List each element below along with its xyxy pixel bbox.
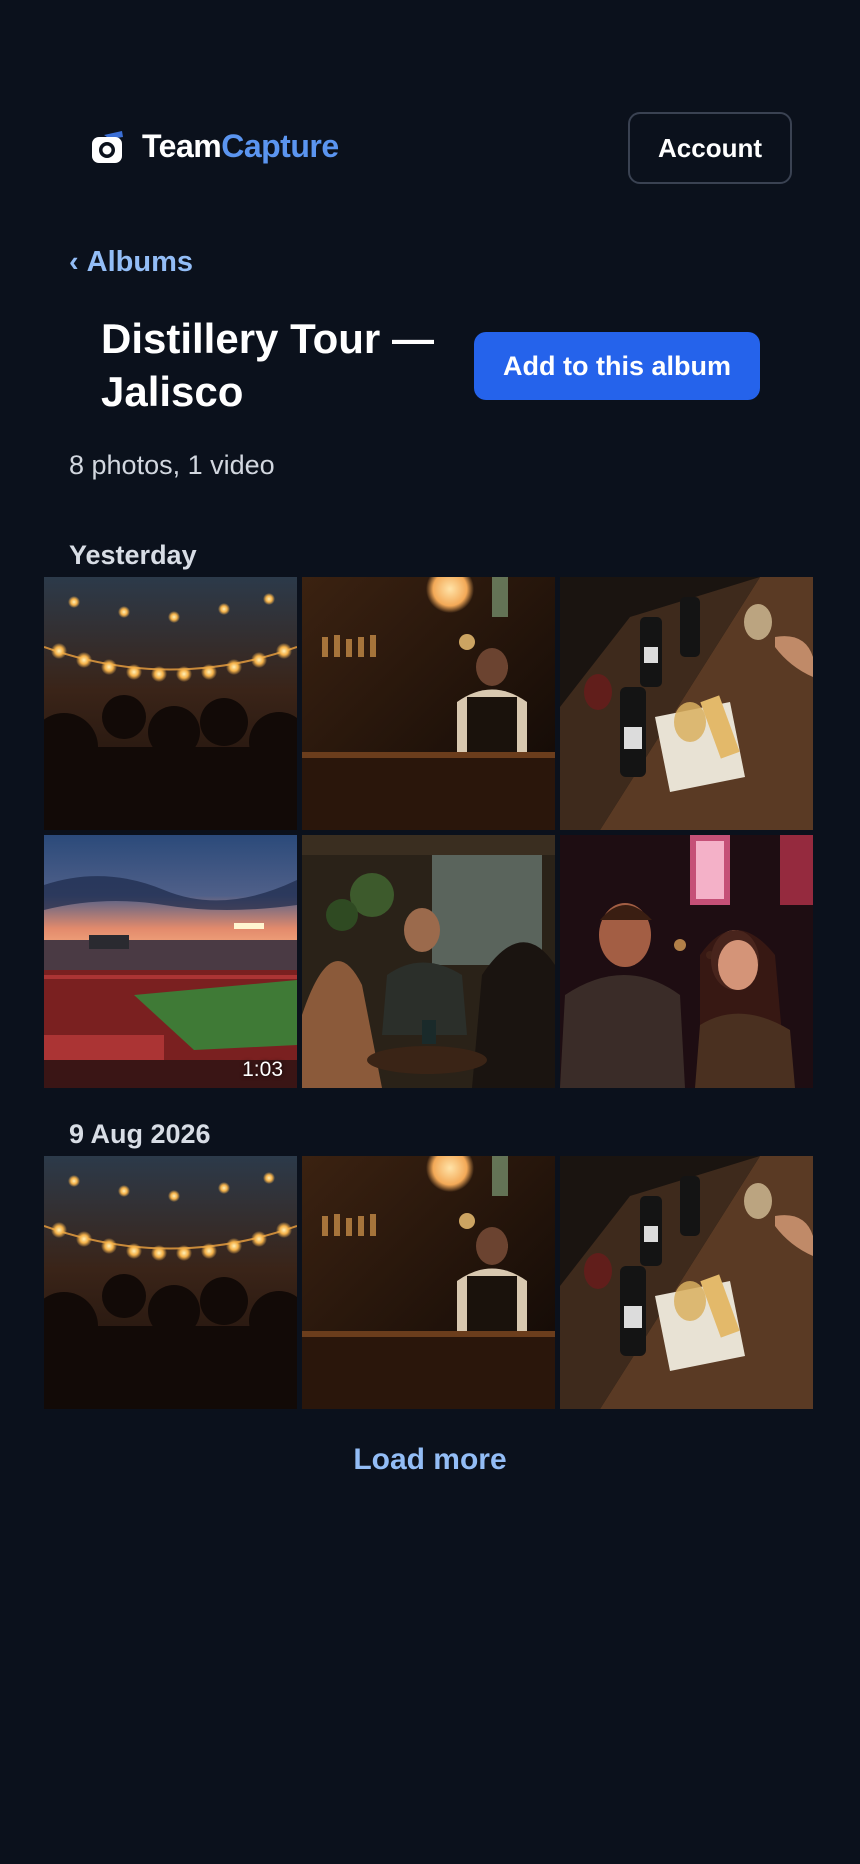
photo-thumbnail[interactable] xyxy=(560,577,813,830)
camera-icon xyxy=(90,129,126,165)
load-more-button[interactable]: Load more xyxy=(0,1443,860,1477)
photo-thumbnail[interactable] xyxy=(560,835,813,1088)
photo-grid-date xyxy=(44,1156,814,1409)
section-title-yesterday: Yesterday xyxy=(69,540,197,570)
bartender-bar-image xyxy=(302,1156,555,1409)
photo-thumbnail[interactable] xyxy=(560,1156,813,1409)
photo-grid-yesterday: 1:03 xyxy=(44,577,814,1088)
video-duration: 1:03 xyxy=(242,1058,283,1081)
photo-thumbnail[interactable] xyxy=(302,1156,555,1409)
brand-name-part2: Capture xyxy=(221,128,339,164)
video-thumbnail[interactable]: 1:03 xyxy=(44,835,297,1088)
photo-thumbnail[interactable] xyxy=(44,577,297,830)
photo-thumbnail[interactable] xyxy=(44,1156,297,1409)
album-item-count: 8 photos, 1 video xyxy=(69,450,275,480)
add-to-album-button[interactable]: Add to this album xyxy=(474,332,760,400)
stadium-crowd-image xyxy=(44,835,297,1088)
friends-at-table-image xyxy=(302,835,555,1088)
brand-name-part1: Team xyxy=(142,128,222,164)
chevron-left-icon: ‹ xyxy=(69,246,79,278)
section-title-date: 9 Aug 2026 xyxy=(69,1119,211,1149)
photo-thumbnail[interactable] xyxy=(302,835,555,1088)
laughing-couple-image xyxy=(560,835,813,1088)
album-title: Distillery Tour — Jalisco xyxy=(101,315,434,415)
app-header: TeamCapture Account xyxy=(0,0,860,200)
wine-table-image xyxy=(560,1156,813,1409)
wine-table-image xyxy=(560,577,813,830)
brand-name: TeamCapture xyxy=(142,128,339,165)
back-to-albums-link[interactable]: ‹ Albums xyxy=(69,246,193,279)
photo-thumbnail[interactable] xyxy=(302,577,555,830)
back-link-label: Albums xyxy=(86,246,194,278)
account-button[interactable]: Account xyxy=(628,112,792,184)
bartender-bar-image xyxy=(302,577,555,830)
string-lights-crowd-image xyxy=(44,1156,297,1409)
string-lights-crowd-image xyxy=(44,577,297,830)
logo[interactable]: TeamCapture xyxy=(90,128,339,165)
